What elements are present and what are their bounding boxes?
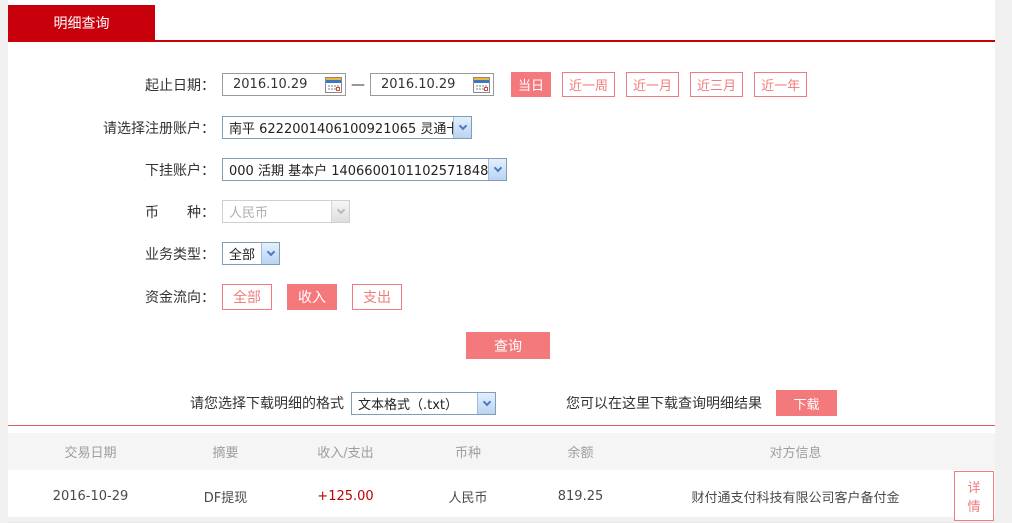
cell-amount: +125.00 [317,488,374,504]
detail-button[interactable]: 详情 [954,471,994,521]
currency-row: 币 种： 人民币 [8,200,995,223]
currency-value: 人民币 [229,206,269,221]
quick-range-month-button[interactable]: 近一月 [626,72,680,97]
register-account-value: 南平 6222001406100921065 灵通卡 [229,122,453,137]
header-currency: 币种 [454,446,481,461]
calendar-icon[interactable] [473,76,490,93]
cell-counterparty: 财付通支付科技有限公司客户备付金 [691,490,900,506]
tab-detail-query[interactable]: 明细查询 [8,5,155,40]
main-panel: 明细查询 起止日期： 2016.10.29 — 2016.10.29 当日 近一… [8,0,995,523]
header-actions [953,433,995,470]
chevron-down-icon [261,243,279,264]
results-table: 交易日期 摘要 收入/支出 币种 余额 对方信息 2016-10-29 DF提现… [8,433,995,523]
download-format-select[interactable]: 文本格式（.txt） [351,391,496,415]
chevron-down-icon [488,159,506,180]
sub-account-label: 下挂账户： [145,162,215,179]
business-type-value: 全部 [229,248,256,263]
download-hint: 您可以在这里下载查询明细结果 [566,396,762,412]
start-date-value: 2016.10.29 [233,77,308,92]
cell-currency: 人民币 [448,490,488,506]
cell-trade-date: 2016-10-29 [52,488,129,504]
business-type-row: 业务类型： 全部 [8,242,995,265]
fund-flow-all-button[interactable]: 全部 [222,284,272,310]
date-range-label: 起止日期： [145,77,215,94]
date-range-row: 起止日期： 2016.10.29 — 2016.10.29 当日 近一周 近一月… [8,72,995,97]
table-header-row: 交易日期 摘要 收入/支出 币种 余额 对方信息 [8,433,995,470]
fund-flow-label: 资金流向： [145,290,215,306]
sub-account-select[interactable]: 000 活期 基本户 1406600101102571848 [222,158,507,181]
date-range-separator: — [351,76,365,93]
table-row: 2016-10-29 DF提现 +125.00 人民币 819.25 财付通支付… [8,470,995,523]
cell-summary: DF提现 [203,490,248,506]
sub-account-value: 000 活期 基本户 1406600101102571848 [229,164,488,179]
register-account-row: 请选择注册账户： 南平 6222001406100921065 灵通卡 [8,116,995,139]
start-date-input[interactable]: 2016.10.29 [222,73,346,96]
fund-flow-expense-button[interactable]: 支出 [352,284,402,310]
chevron-down-icon [477,392,495,414]
quick-range-week-button[interactable]: 近一周 [562,72,616,97]
download-format-label: 请您选择下载明细的格式 [190,396,344,412]
tab-bar: 明细查询 [8,0,995,42]
quick-range-year-button[interactable]: 近一年 [754,72,808,97]
download-button[interactable]: 下载 [776,390,837,416]
calendar-icon[interactable] [325,76,342,93]
cell-actions: 详情 [953,470,995,523]
cell-balance: 819.25 [557,488,604,504]
business-type-label: 业务类型： [145,246,215,263]
end-date-value: 2016.10.29 [381,77,456,92]
query-button[interactable]: 查询 [466,332,550,359]
header-counterparty: 对方信息 [769,446,822,461]
header-trade-date: 交易日期 [64,446,117,461]
chevron-down-icon [331,201,349,222]
sub-account-row: 下挂账户： 000 活期 基本户 1406600101102571848 [8,158,995,181]
header-amount: 收入/支出 [317,446,374,461]
register-account-label: 请选择注册账户： [103,120,215,137]
tab-detail-query-label: 明细查询 [53,15,110,32]
download-format-value: 文本格式（.txt） [358,397,459,413]
end-date-input[interactable]: 2016.10.29 [370,73,494,96]
query-form: 起止日期： 2016.10.29 — 2016.10.29 当日 近一周 近一月… [8,42,995,359]
quick-range-today-button[interactable]: 当日 [511,72,552,97]
fund-flow-row: 资金流向： 全部 收入 支出 [8,284,995,310]
currency-label: 币 种： [145,204,215,221]
fund-flow-income-button[interactable]: 收入 [287,284,337,310]
register-account-select[interactable]: 南平 6222001406100921065 灵通卡 [222,116,472,139]
chevron-down-icon [453,117,471,138]
results-table-section: 交易日期 摘要 收入/支出 币种 余额 对方信息 2016-10-29 DF提现… [8,425,995,523]
currency-select: 人民币 [222,200,350,223]
business-type-select[interactable]: 全部 [222,242,280,265]
quick-range-quarter-button[interactable]: 近三月 [690,72,744,97]
header-balance: 余额 [567,446,594,461]
download-row: 请您选择下载明细的格式 文本格式（.txt） 您可以在这里下载查询明细结果 下载 [8,390,995,425]
header-summary: 摘要 [212,446,239,461]
